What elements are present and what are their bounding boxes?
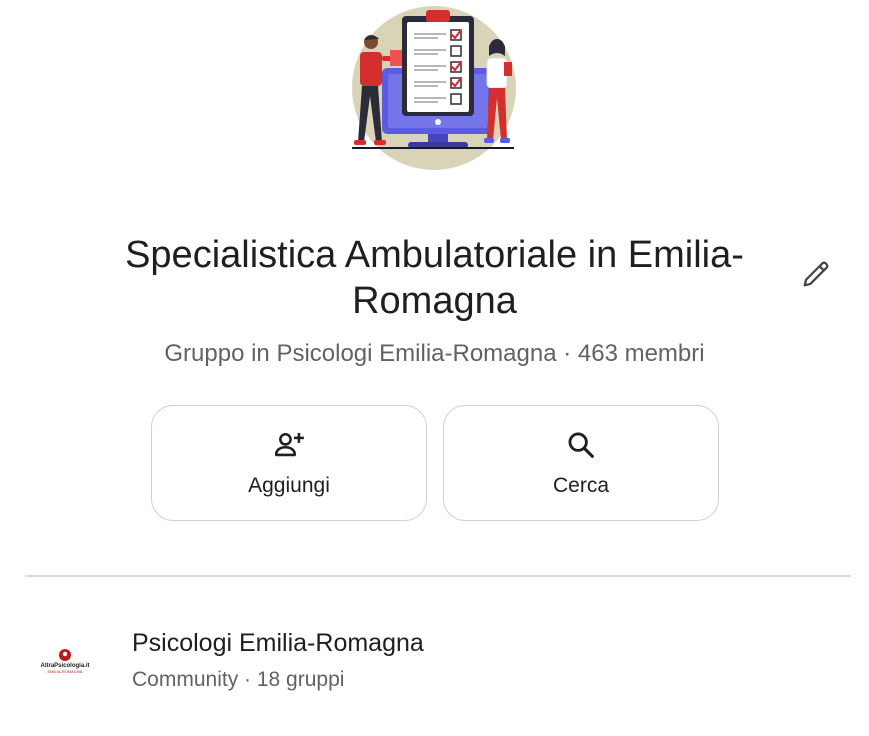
community-meta: Community · 18 gruppi: [132, 667, 345, 691]
search-button[interactable]: Cerca: [443, 405, 719, 521]
add-button-label: Aggiungi: [248, 474, 330, 497]
community-name: Psicologi Emilia-Romagna: [132, 628, 424, 657]
page-title: Specialistica Ambulatoriale in Emilia-Ro…: [125, 234, 744, 322]
logo-mark-icon: [59, 648, 71, 661]
title-row: Specialistica Ambulatoriale in Emilia-Ro…: [0, 232, 869, 324]
add-button[interactable]: Aggiungi: [151, 405, 427, 521]
checklist-illustration-icon: [352, 6, 516, 170]
add-person-icon: [274, 432, 304, 457]
group-subtitle: Gruppo in Psicologi Emilia-Romagna · 463…: [164, 340, 705, 367]
group-avatar: [334, 4, 534, 174]
community-item[interactable]: AltraPsicologia.it EMILIA-ROMAGNA Psicol…: [25, 610, 851, 710]
community-text: Psicologi Emilia-Romagna Community · 18 …: [132, 629, 424, 692]
action-buttons: Aggiungi Cerca: [151, 405, 719, 521]
search-button-label: Cerca: [552, 474, 610, 497]
edit-button[interactable]: [796, 254, 836, 294]
search-icon: [568, 432, 594, 458]
divider: [25, 575, 851, 577]
pencil-icon: [803, 261, 829, 287]
community-logo-subtext: EMILIA-ROMAGNA: [47, 668, 83, 674]
community-logo: AltraPsicologia.it EMILIA-ROMAGNA: [25, 625, 105, 695]
